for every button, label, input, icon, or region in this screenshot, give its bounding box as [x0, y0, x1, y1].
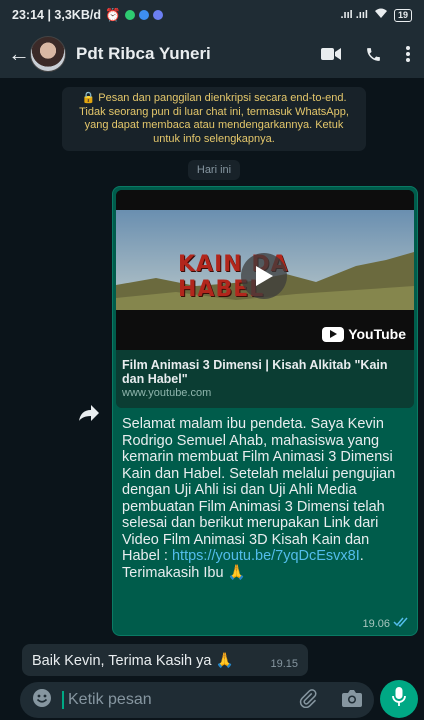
- whatsapp-notif-icon: [124, 10, 135, 20]
- phone-icon[interactable]: [365, 46, 382, 63]
- play-button[interactable]: [241, 253, 287, 299]
- outgoing-message[interactable]: KAIN DAHABEL YouTube Film Animasi 3 Dime…: [112, 186, 418, 636]
- back-arrow-icon[interactable]: ←: [8, 41, 30, 67]
- wifi-icon: [374, 8, 388, 22]
- thumbnail-title: KAIN DAHABEL: [178, 252, 289, 302]
- link-title: Film Animasi 3 Dimensi | Kisah Alkitab "…: [122, 358, 388, 386]
- message-body: Selamat malam ibu pendeta. Saya Kevin Ro…: [122, 416, 396, 564]
- contact-name[interactable]: Pdt Ribca Yuneri: [76, 44, 211, 64]
- battery-icon: 19: [393, 8, 412, 22]
- attach-icon[interactable]: [298, 688, 318, 713]
- video-call-icon[interactable]: [321, 47, 341, 61]
- mic-icon: [392, 686, 406, 712]
- link-preview[interactable]: KAIN DAHABEL YouTube Film Animasi 3 Dime…: [116, 190, 414, 408]
- date-chip: Hari ini: [188, 160, 240, 180]
- mic-button[interactable]: [380, 680, 418, 718]
- status-right: .ııl .ııl 19: [340, 8, 412, 22]
- youtube-logo: YouTube: [322, 326, 406, 342]
- avatar[interactable]: [30, 36, 66, 72]
- text-caret: [62, 691, 64, 709]
- chat-area[interactable]: 🔒 Pesan dan panggilan dienkripsi secara …: [0, 78, 424, 680]
- lock-icon: 🔒: [81, 92, 99, 104]
- youtube-brand-text: YouTube: [348, 326, 406, 342]
- alarm-icon: ⏰: [104, 7, 121, 22]
- app-notif-icon: [138, 10, 149, 20]
- chat-header: ← Pdt Ribca Yuneri: [0, 30, 424, 78]
- message-meta: 19.06: [362, 617, 409, 630]
- encryption-notice[interactable]: 🔒 Pesan dan panggilan dienkripsi secara …: [62, 87, 366, 151]
- video-thumbnail[interactable]: KAIN DAHABEL YouTube: [116, 190, 414, 350]
- message-input-container[interactable]: [20, 682, 374, 718]
- camera-icon[interactable]: [342, 689, 362, 712]
- status-bar: 23:14 | 3,3KB/d ⏰ .ııl .ııl 19: [0, 0, 424, 30]
- status-time: 23:14 | 3,3KB/d: [12, 8, 101, 22]
- message-time: 19.06: [362, 617, 390, 630]
- link-info[interactable]: Film Animasi 3 Dimensi | Kisah Alkitab "…: [116, 350, 414, 408]
- read-receipt-icon: [393, 617, 409, 630]
- signal-icon: .ııl .ııl: [340, 9, 368, 21]
- status-left: 23:14 | 3,3KB/d ⏰: [12, 8, 163, 23]
- youtube-play-icon: [322, 326, 345, 342]
- message-text: Selamat malam ibu pendeta. Saya Kevin Ro…: [116, 408, 414, 581]
- app-notif-icon-2: [152, 10, 163, 20]
- incoming-message[interactable]: Baik Kevin, Terima Kasih ya 🙏 19.15: [22, 644, 308, 676]
- message-input[interactable]: [68, 691, 268, 709]
- incoming-text: Baik Kevin, Terima Kasih ya 🙏: [32, 652, 234, 669]
- link-domain: www.youtube.com: [122, 387, 212, 399]
- emoji-icon[interactable]: [32, 688, 52, 713]
- forward-icon[interactable]: [74, 398, 104, 428]
- more-vert-icon[interactable]: [406, 46, 410, 62]
- input-bar: [0, 680, 424, 720]
- encryption-notice-text: Pesan dan panggilan dienkripsi secara en…: [79, 92, 349, 145]
- incoming-time: 19.15: [270, 658, 298, 670]
- youtube-link[interactable]: https://youtu.be/7yqDcEsvx8I: [172, 548, 360, 564]
